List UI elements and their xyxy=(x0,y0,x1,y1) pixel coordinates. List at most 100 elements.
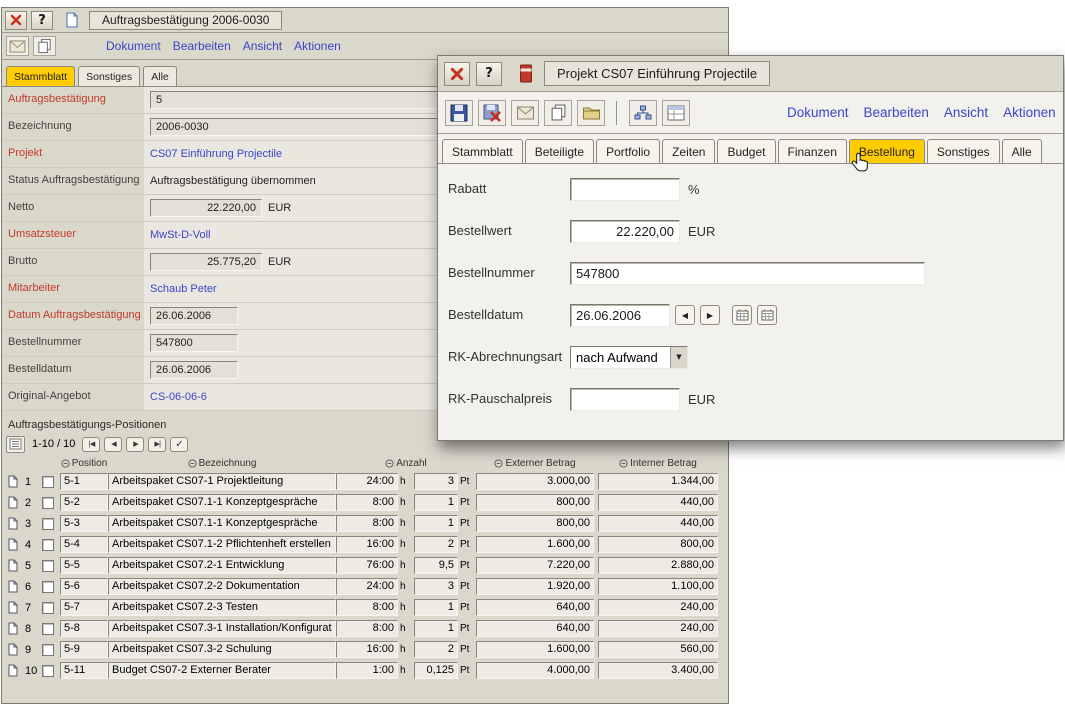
project-window: ? Projekt CS07 Einführung Projectile Dok… xyxy=(437,55,1064,441)
bestellwert-input[interactable] xyxy=(570,220,680,243)
copy-button[interactable] xyxy=(33,36,56,56)
open-item-icon[interactable] xyxy=(4,643,22,656)
menu-item-aktionen[interactable]: Aktionen xyxy=(1003,105,1056,120)
field-label: Datum Auftragsbestätigung xyxy=(2,303,144,329)
prev-page-button[interactable]: ◀ xyxy=(104,437,122,452)
row-checkbox[interactable] xyxy=(42,560,54,572)
rk-abrechnungsart-select[interactable]: nach Aufwand ▼ xyxy=(570,346,688,369)
mitarbeiter-link[interactable]: Schaub Peter xyxy=(150,283,217,295)
last-page-button[interactable]: ▶| xyxy=(148,437,166,452)
menu-item-dokument[interactable]: Dokument xyxy=(106,39,161,53)
open-item-icon[interactable] xyxy=(4,517,22,530)
folder-icon xyxy=(582,105,601,120)
tab-zeiten[interactable]: Zeiten xyxy=(662,139,715,163)
menu-item-ansicht[interactable]: Ansicht xyxy=(243,39,282,53)
rk-pauschalpreis-input[interactable] xyxy=(570,388,680,411)
field-value-box: 25.775,20 xyxy=(150,253,262,271)
eur-label: EUR xyxy=(268,256,291,268)
date-next-button[interactable]: ▶ xyxy=(700,305,720,325)
unit-hours: h xyxy=(398,665,414,676)
tab-bestellung[interactable]: Bestellung xyxy=(849,139,925,163)
tab-portfolio[interactable]: Portfolio xyxy=(596,139,660,163)
open-item-icon[interactable] xyxy=(4,601,22,614)
tab-budget[interactable]: Budget xyxy=(717,139,775,163)
tab-sonstiges[interactable]: Sonstiges xyxy=(78,66,140,86)
row-checkbox[interactable] xyxy=(42,518,54,530)
folder-button[interactable] xyxy=(577,100,605,126)
cell-position: 5-5 xyxy=(60,557,108,574)
cell-hours: 16:00 xyxy=(336,536,398,553)
calendar-alt-icon xyxy=(761,309,774,321)
save-button[interactable] xyxy=(445,100,473,126)
sort-icon[interactable] xyxy=(619,459,628,468)
bestelldatum-input[interactable] xyxy=(570,304,670,327)
original-angebot-link[interactable]: CS-06-06-6 xyxy=(150,391,207,403)
menu-item-ansicht[interactable]: Ansicht xyxy=(944,105,988,120)
tab-alle[interactable]: Alle xyxy=(143,66,177,86)
field-label: Brutto xyxy=(2,249,144,275)
close-icon xyxy=(10,14,22,26)
cell-interner-betrag: 440,00 xyxy=(598,494,718,511)
help-icon: ? xyxy=(485,66,493,81)
field-label: Bestellnummer xyxy=(448,265,570,281)
mail-button[interactable] xyxy=(6,36,29,56)
row-checkbox[interactable] xyxy=(42,476,54,488)
open-item-icon[interactable] xyxy=(4,559,22,572)
row-checkbox[interactable] xyxy=(42,602,54,614)
first-page-button[interactable]: |◀ xyxy=(82,437,100,452)
sort-icon[interactable] xyxy=(494,459,503,468)
tab-sonstiges[interactable]: Sonstiges xyxy=(927,139,1000,163)
menu-item-aktionen[interactable]: Aktionen xyxy=(294,39,341,53)
cell-bezeichnung: Arbeitspaket CS07.1-1 Konzeptgespräche xyxy=(108,515,336,532)
sort-icon[interactable] xyxy=(188,459,197,468)
report-button[interactable] xyxy=(662,100,690,126)
list-button[interactable] xyxy=(6,436,25,453)
tab-finanzen[interactable]: Finanzen xyxy=(778,139,847,163)
open-item-icon[interactable] xyxy=(4,496,22,509)
cell-externer-betrag: 1.920,00 xyxy=(476,578,594,595)
select-all-button[interactable]: ✓ xyxy=(170,437,188,452)
cell-position: 5-9 xyxy=(60,641,108,658)
sort-icon[interactable] xyxy=(61,459,70,468)
row-checkbox[interactable] xyxy=(42,497,54,509)
open-item-icon[interactable] xyxy=(4,475,22,488)
tab-beteiligte[interactable]: Beteiligte xyxy=(525,139,594,163)
umsatzsteuer-link[interactable]: MwSt-D-Voll xyxy=(150,229,211,241)
mail-button[interactable] xyxy=(511,100,539,126)
help-button[interactable]: ? xyxy=(476,62,502,86)
copy-button[interactable] xyxy=(544,100,572,126)
date-prev-button[interactable]: ◀ xyxy=(675,305,695,325)
menu-item-dokument[interactable]: Dokument xyxy=(787,105,849,120)
row-checkbox[interactable] xyxy=(42,644,54,656)
row-checkbox[interactable] xyxy=(42,539,54,551)
calendar-icon xyxy=(736,309,749,321)
calendar-alt-button[interactable] xyxy=(757,305,777,325)
calendar-button[interactable] xyxy=(732,305,752,325)
table-row: 4 5-4 Arbeitspaket CS07.1-2 Pflichtenhef… xyxy=(4,534,726,555)
projekt-link[interactable]: CS07 Einführung Projectile xyxy=(150,148,282,160)
delete-button[interactable] xyxy=(478,100,506,126)
sort-icon[interactable] xyxy=(385,459,394,468)
rabatt-input[interactable] xyxy=(570,178,680,201)
field-label: Rabatt xyxy=(448,181,570,197)
menu-item-bearbeiten[interactable]: Bearbeiten xyxy=(864,105,929,120)
close-button[interactable] xyxy=(444,62,470,86)
open-item-icon[interactable] xyxy=(4,580,22,593)
menu-item-bearbeiten[interactable]: Bearbeiten xyxy=(173,39,231,53)
tab-stammblatt[interactable]: Stammblatt xyxy=(442,139,523,163)
bestellnummer-input[interactable] xyxy=(570,262,925,285)
cell-externer-betrag: 1.600,00 xyxy=(476,536,594,553)
tab-alle[interactable]: Alle xyxy=(1002,139,1042,163)
hierarchy-button[interactable] xyxy=(629,100,657,126)
row-checkbox[interactable] xyxy=(42,581,54,593)
open-item-icon[interactable] xyxy=(4,538,22,551)
tab-stammblatt[interactable]: Stammblatt xyxy=(6,66,75,86)
close-button[interactable] xyxy=(5,11,27,30)
next-page-button[interactable]: ▶ xyxy=(126,437,144,452)
row-checkbox[interactable] xyxy=(42,665,54,677)
open-item-icon[interactable] xyxy=(4,622,22,635)
row-checkbox[interactable] xyxy=(42,623,54,635)
field-label: Bestellwert xyxy=(448,223,570,239)
help-button[interactable]: ? xyxy=(31,11,53,30)
open-item-icon[interactable] xyxy=(4,664,22,677)
